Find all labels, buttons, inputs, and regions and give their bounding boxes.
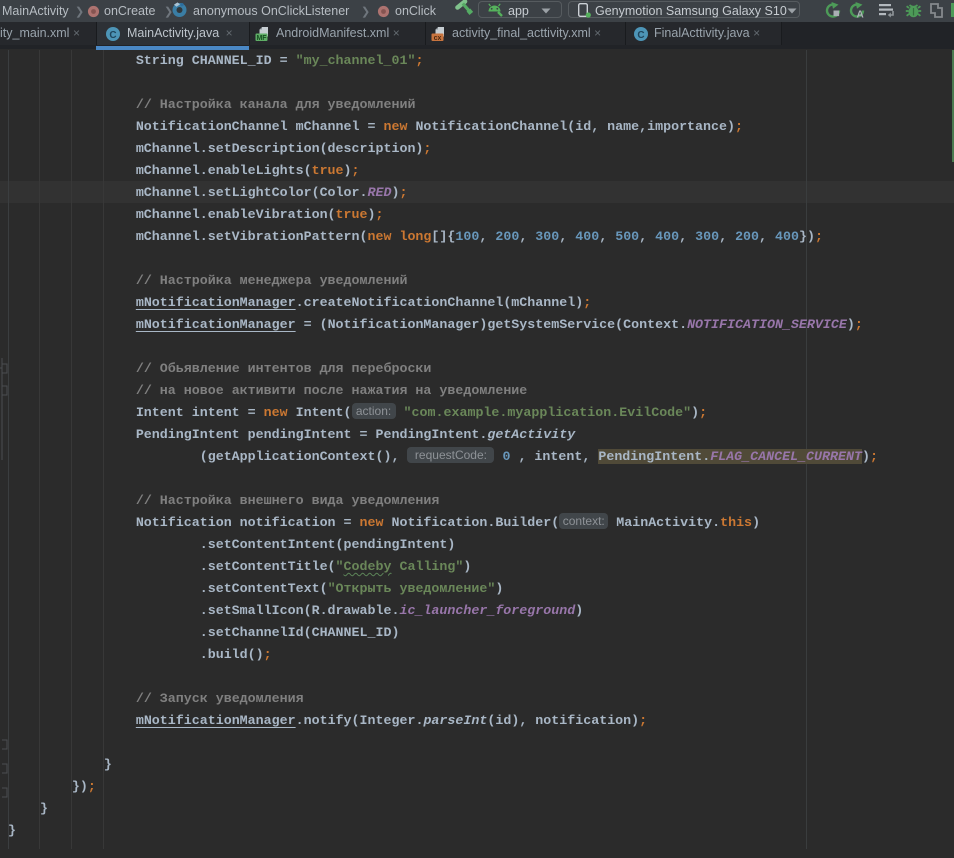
svg-text:MF: MF [256,35,267,42]
svg-text:C: C [637,30,644,41]
svg-text:cx: cx [434,35,442,42]
svg-text:C: C [109,30,116,41]
svg-text:A: A [857,10,864,21]
